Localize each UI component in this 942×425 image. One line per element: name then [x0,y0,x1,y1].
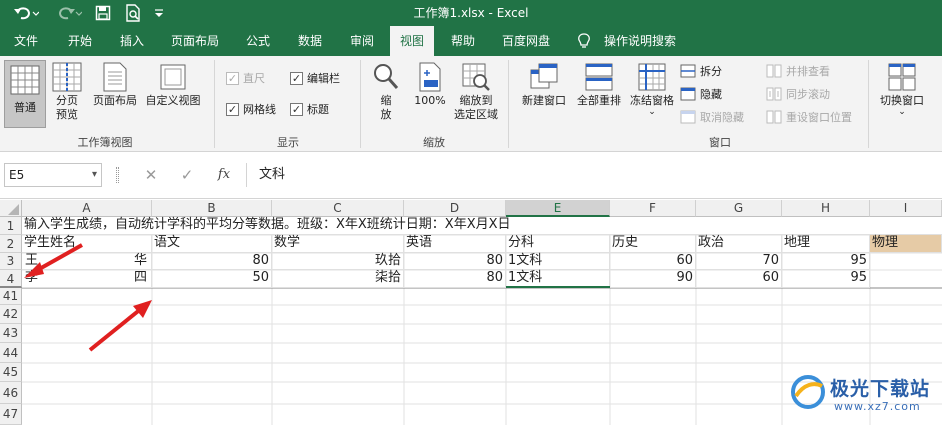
zoom-100-button[interactable]: 100% [410,62,450,108]
group-label-show: 显示 [277,136,299,149]
split-icon [680,64,696,78]
save-button[interactable] [92,3,114,23]
chevron-down-icon: ⌄ [898,107,906,117]
undo-icon [14,7,39,20]
checkbox-checked-icon: ✓ [290,102,303,116]
tab-review[interactable]: 审阅 [338,26,386,56]
customize-qat-button[interactable] [150,3,168,23]
formula-bar-drag-handle[interactable] [116,167,119,183]
redo-icon [58,7,82,20]
tab-view[interactable]: 视图 [390,26,434,56]
custom-views-icon [160,64,186,90]
tab-formulas[interactable]: 公式 [234,26,282,56]
normal-view-icon [10,65,40,95]
tab-file[interactable]: 文件 [4,26,48,56]
ribbon-view: 普通 分页 预览 页面布局 自定义视图 工作簿视图 ✓ 直尺 ✓ 编辑栏 ✓ 网… [0,56,942,152]
aurora-logo-icon [791,375,825,409]
normal-view-button[interactable]: 普通 [4,60,46,128]
page-break-preview-icon [52,62,82,92]
confirm-entry-button[interactable]: ✓ [176,165,198,185]
checkbox-checked-icon: ✓ [290,71,303,85]
watermark: 极光下载站 www.xz7.com [790,368,938,422]
freeze-panes-button[interactable]: 冻结窗格 ⌄ [626,62,678,117]
reset-window-position-button[interactable]: 重设窗口位置 [766,108,852,126]
page-layout-view-button[interactable]: 页面布局 [88,62,142,108]
print-preview-button[interactable] [122,3,144,23]
zoom-100-icon [419,62,441,92]
formula-bar-checkbox[interactable]: ✓ 编辑栏 [290,70,340,86]
reset-position-icon [766,110,782,124]
save-icon [95,5,111,21]
new-window-icon [530,63,558,89]
lightbulb-icon [574,26,594,56]
watermark-url: www.xz7.com [834,400,921,413]
tab-insert[interactable]: 插入 [108,26,156,56]
switch-windows-button[interactable]: 切换窗口 ⌄ [872,62,932,117]
gridlines-checkbox[interactable]: ✓ 网格线 [226,101,276,117]
freeze-panes-icon [638,63,666,91]
checkbox-checked-icon: ✓ [226,71,239,85]
tab-page-layout[interactable]: 页面布局 [160,26,230,56]
custom-views-button[interactable]: 自定义视图 [142,62,204,108]
tab-home[interactable]: 开始 [56,26,104,56]
ribbon-tabs: 文件 开始 插入 页面布局 公式 数据 审阅 视图 帮助 百度网盘 操作说明搜索 [0,26,942,56]
watermark-brand: 极光下载站 [830,378,931,400]
group-separator [360,60,361,148]
unhide-button[interactable]: 取消隐藏 [680,108,744,126]
hide-icon [680,87,696,101]
redo-button[interactable] [52,3,86,23]
insert-function-button[interactable]: fx [212,165,236,185]
switch-windows-icon [888,63,916,91]
red-arrow-icon [24,243,83,278]
tab-help[interactable]: 帮助 [440,26,486,56]
fx-icon: fx [217,167,231,182]
arrange-all-icon [585,63,613,91]
zoom-button[interactable]: 缩 放 [366,62,406,122]
customize-qat-icon [155,9,163,17]
zoom-to-selection-icon [462,63,490,91]
zoom-to-selection-button[interactable]: 缩放到 选定区域 [450,62,502,122]
worksheet-grid[interactable]: A B C D E F G H I 1 2 3 4 41 42 43 44 45… [0,200,942,425]
formula-bar: E5 ▾ ✕ ✓ fx 文科 [0,153,942,199]
checkmark-icon: ✓ [180,166,194,184]
ruler-checkbox[interactable]: ✓ 直尺 [226,70,265,86]
group-separator [508,60,509,148]
side-by-side-icon [766,64,782,78]
tab-data[interactable]: 数据 [286,26,334,56]
print-preview-icon [126,4,140,22]
group-label-window: 窗口 [709,136,731,149]
new-window-button[interactable]: 新建窗口 [516,62,572,108]
chevron-down-icon[interactable]: ▾ [92,164,97,186]
title-bar: 工作簿1.xlsx - Excel [0,0,942,26]
split-button[interactable]: 拆分 [680,62,722,80]
page-break-preview-button[interactable]: 分页 预览 [48,62,86,122]
magnifier-icon [374,64,399,89]
undo-button[interactable] [6,3,46,23]
chevron-down-icon: ⌄ [648,107,656,117]
checkbox-checked-icon: ✓ [226,102,239,116]
hide-button[interactable]: 隐藏 [680,85,722,103]
name-box[interactable]: E5 ▾ [4,163,102,187]
page-layout-icon [103,62,127,92]
red-arrow-icon [88,300,152,352]
sync-scroll-icon [766,87,782,101]
tell-me-search[interactable]: 操作说明搜索 [598,26,682,56]
group-label-workbook-views: 工作簿视图 [77,136,133,149]
tab-baidu-netdisk[interactable]: 百度网盘 [492,26,560,56]
arrange-all-button[interactable]: 全部重排 [572,62,626,108]
headings-checkbox[interactable]: ✓ 标题 [290,101,329,117]
view-side-by-side-button[interactable]: 并排查看 [766,62,830,80]
sync-scroll-button[interactable]: 同步滚动 [766,85,830,103]
formula-input[interactable]: 文科 [246,163,938,187]
unhide-icon [680,110,696,124]
cancel-entry-button[interactable]: ✕ [140,165,162,185]
group-separator [868,60,869,148]
close-icon: ✕ [144,166,158,184]
group-separator [214,60,215,148]
group-label-zoom: 缩放 [423,136,445,149]
